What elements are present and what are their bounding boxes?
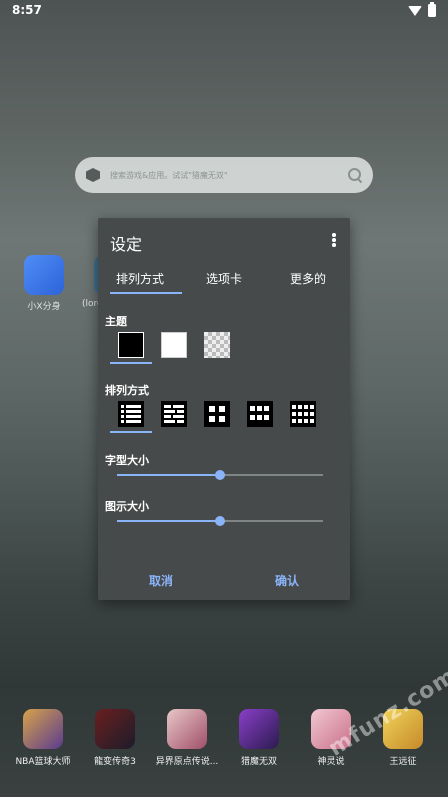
theme-white-swatch[interactable] xyxy=(161,332,187,358)
battery-icon xyxy=(428,2,436,17)
cancel-button[interactable]: 取消 xyxy=(149,572,173,589)
font-size-slider-fill xyxy=(117,474,220,476)
layout-grid-2-icon[interactable] xyxy=(204,401,230,427)
app-label: 异界原点传说... xyxy=(155,757,219,767)
search-placeholder: 搜索游戏&应用。试试"猎魔无双" xyxy=(110,170,228,180)
search-icon[interactable] xyxy=(347,167,363,183)
icon-size-label: 图示大小 xyxy=(105,500,149,513)
app-label: 龍变传奇3 xyxy=(94,757,136,767)
app-label: NBA篮球大师 xyxy=(15,757,71,767)
wifi-icon xyxy=(408,5,422,16)
settings-dialog: 设定 排列方式 选项卡 更多的 主题 排列方式 字型大小 图示大小 取消 确认 xyxy=(98,218,350,600)
more-options-icon[interactable] xyxy=(332,233,336,247)
dock-app-nba[interactable]: NBA篮球大师 xyxy=(7,709,79,767)
search-bar[interactable]: 搜索游戏&应用。试试"猎魔无双" xyxy=(75,157,373,193)
app-icon xyxy=(24,255,64,295)
font-size-slider[interactable] xyxy=(117,470,323,480)
theme-transparent-swatch[interactable] xyxy=(204,332,230,358)
app-icon xyxy=(23,709,63,749)
layout-grid-3-icon[interactable] xyxy=(247,401,273,427)
status-bar: 8:57 xyxy=(0,0,448,22)
app-logo-icon xyxy=(86,168,100,182)
home-app-xiaox[interactable]: 小X分身 xyxy=(18,255,70,312)
theme-section-label: 主题 xyxy=(105,315,127,328)
theme-selected-indicator xyxy=(110,362,152,364)
app-label: 小X分身 xyxy=(27,302,61,312)
icon-size-slider-thumb[interactable] xyxy=(215,516,225,526)
icon-size-slider[interactable] xyxy=(117,516,323,526)
tab-more[interactable]: 更多的 xyxy=(266,266,350,292)
dock-app-yijie[interactable]: 异界原点传说... xyxy=(151,709,223,767)
dock-app-liemo[interactable]: 猎魔无双 xyxy=(223,709,295,767)
icon-size-slider-fill xyxy=(117,520,220,522)
app-icon xyxy=(95,709,135,749)
tab-layout[interactable]: 排列方式 xyxy=(98,266,182,294)
layout-selected-indicator xyxy=(110,431,152,433)
font-size-label: 字型大小 xyxy=(105,454,149,467)
dock-app-longbian[interactable]: 龍变传奇3 xyxy=(79,709,151,767)
app-label: 王远征 xyxy=(389,757,417,767)
status-icons xyxy=(408,2,436,17)
tab-options[interactable]: 选项卡 xyxy=(182,266,266,292)
font-size-slider-thumb[interactable] xyxy=(215,470,225,480)
layout-section-label: 排列方式 xyxy=(105,384,149,397)
layout-detail-list-icon[interactable] xyxy=(161,401,187,427)
app-icon xyxy=(239,709,279,749)
app-icon xyxy=(167,709,207,749)
status-time: 8:57 xyxy=(12,3,42,17)
app-label: 猎魔无双 xyxy=(240,757,277,767)
theme-black-swatch[interactable] xyxy=(118,332,144,358)
layout-list-icon[interactable] xyxy=(118,401,144,427)
dialog-title: 设定 xyxy=(110,235,143,254)
confirm-button[interactable]: 确认 xyxy=(275,572,299,589)
dialog-tabs: 排列方式 选项卡 更多的 xyxy=(98,266,350,294)
layout-grid-4-icon[interactable] xyxy=(290,401,316,427)
